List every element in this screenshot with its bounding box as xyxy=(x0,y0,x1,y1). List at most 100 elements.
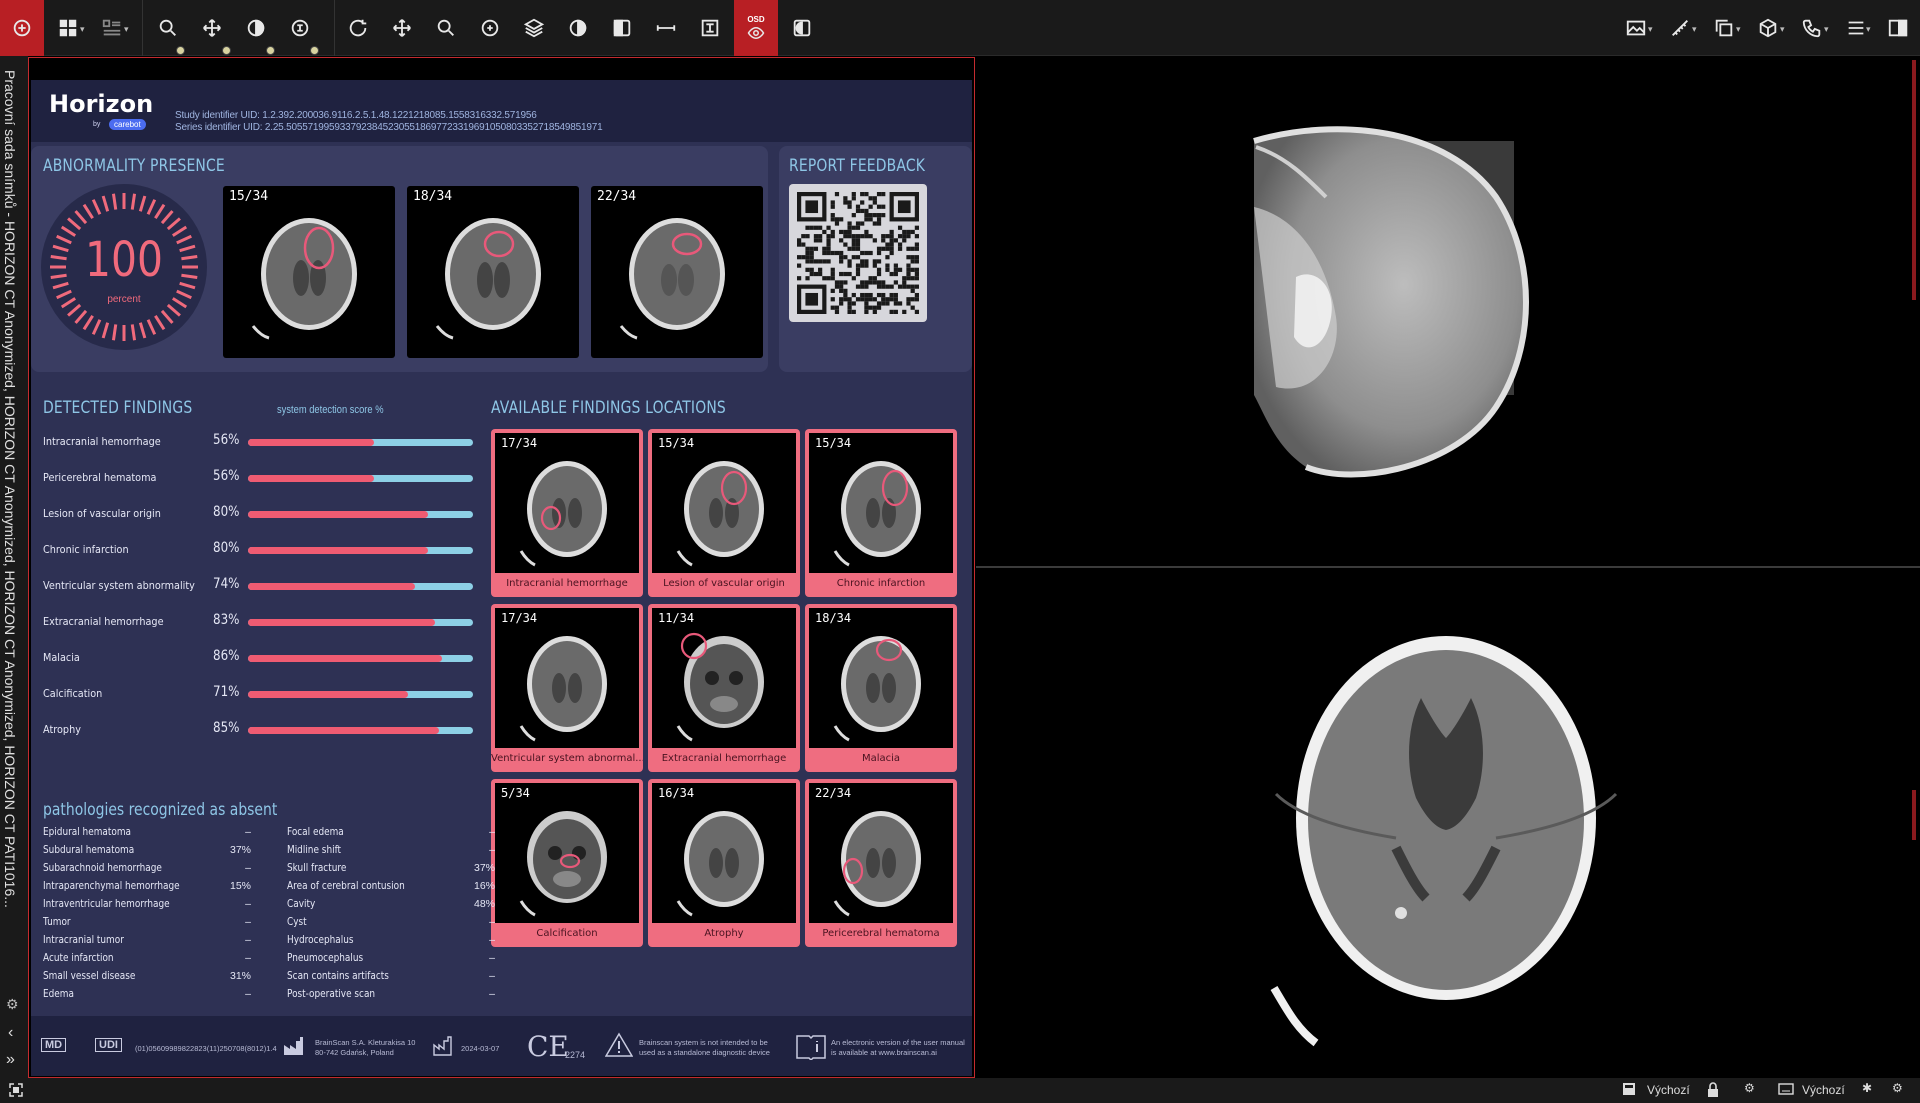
qr-module xyxy=(906,263,911,268)
lock-icon[interactable] xyxy=(1706,1082,1720,1101)
qr-module xyxy=(876,301,882,306)
bug-icon[interactable]: ✱ xyxy=(1862,1081,1872,1095)
gears-icon[interactable]: ⚙ xyxy=(1892,1081,1903,1095)
abnormality-thumb[interactable]: 22/34 xyxy=(591,186,763,358)
location-card[interactable]: 17/34 Ventricular system abnormal... xyxy=(491,604,643,772)
qr-module xyxy=(868,196,873,201)
qr-module xyxy=(914,271,919,277)
qr-module xyxy=(868,276,873,281)
absent-pathology-name: Acute infarction xyxy=(43,952,114,964)
zoom-alt-icon[interactable] xyxy=(426,8,466,48)
qr-module xyxy=(826,242,831,247)
qr-module xyxy=(864,280,869,285)
brain-scan-image xyxy=(519,461,607,567)
scroll-indicator[interactable] xyxy=(1912,60,1916,300)
mask-icon[interactable] xyxy=(602,8,642,48)
qr-module xyxy=(914,225,919,230)
settings-icon[interactable]: ⚙ xyxy=(6,996,19,1013)
qr-module xyxy=(813,246,819,251)
qr-module xyxy=(889,229,894,235)
qr-module xyxy=(885,301,890,306)
brain-scan-image xyxy=(676,461,764,567)
osd-eye-icon[interactable]: OSD xyxy=(734,0,778,56)
add-icon[interactable] xyxy=(0,0,44,56)
location-card[interactable]: 5/34 Calcification xyxy=(491,779,643,947)
contrast-icon[interactable] xyxy=(236,8,276,48)
location-card[interactable]: 11/34 Extracranial hemorrhage xyxy=(648,604,800,772)
pan-icon[interactable] xyxy=(192,8,232,48)
rotate-icon[interactable] xyxy=(338,8,378,48)
double-chevron-icon[interactable]: » xyxy=(6,1051,15,1069)
qr-module xyxy=(893,297,898,302)
findings-title: DETECTED FINDINGS xyxy=(43,398,193,418)
qr-module xyxy=(893,267,898,272)
brain-scan-image xyxy=(619,218,725,340)
series-uid: Series identifier UID: 2.25.505571995933… xyxy=(175,122,603,133)
qr-code[interactable] xyxy=(789,184,927,322)
layers-icon[interactable] xyxy=(514,8,554,48)
finding-row: Calcification 71% xyxy=(43,684,473,704)
location-card[interactable]: 22/34 Pericerebral hematoma xyxy=(805,779,957,947)
qr-module xyxy=(893,309,898,314)
layout-label[interactable]: Výchozí xyxy=(1647,1083,1690,1097)
location-card[interactable]: 18/34 Malacia xyxy=(805,604,957,772)
chevron-left-icon[interactable]: ‹ xyxy=(8,1024,13,1042)
gauge-value: 100 xyxy=(85,232,163,288)
qr-module xyxy=(860,280,865,285)
qr-module xyxy=(855,271,861,277)
qr-module xyxy=(876,292,882,298)
qr-module xyxy=(851,213,856,218)
abnormality-gauge: 100 percent xyxy=(41,184,207,350)
report-viewport[interactable]: Horizon by carebot Study identifier UID:… xyxy=(28,57,975,1078)
location-card[interactable]: 15/34 Chronic infarction xyxy=(805,429,957,597)
location-card[interactable]: 15/34 Lesion of vascular origin xyxy=(648,429,800,597)
locations-title: AVAILABLE FINDINGS LOCATIONS xyxy=(491,398,726,418)
qr-module xyxy=(813,271,819,277)
status-dot xyxy=(222,46,231,55)
brain-scan-image xyxy=(676,632,764,742)
move-icon[interactable] xyxy=(382,8,422,48)
qr-module xyxy=(805,225,810,230)
qr-module xyxy=(851,242,856,247)
xray-viewport[interactable] xyxy=(976,57,1920,565)
bone-window-icon[interactable] xyxy=(280,8,320,48)
ruler-icon[interactable] xyxy=(690,8,730,48)
qr-module xyxy=(864,234,869,239)
location-card[interactable]: 17/34 Intracranial hemorrhage xyxy=(491,429,643,597)
qr-module xyxy=(897,267,903,272)
window-level-icon[interactable] xyxy=(470,8,510,48)
qr-module xyxy=(855,221,861,226)
qr-module xyxy=(910,288,915,293)
abnormality-thumb[interactable]: 18/34 xyxy=(407,186,579,358)
qr-module xyxy=(805,246,810,251)
invert-icon[interactable] xyxy=(558,8,598,48)
abnormality-thumb[interactable]: 15/34 xyxy=(223,186,395,358)
location-card[interactable]: 16/34 Atrophy xyxy=(648,779,800,947)
qr-module xyxy=(813,225,819,230)
preset-label[interactable]: Výchozí xyxy=(1802,1083,1845,1097)
study-uid: Study identifier UID: 1.2.392.200036.911… xyxy=(175,110,537,121)
scroll-indicator[interactable] xyxy=(1912,790,1916,840)
fullscreen-icon[interactable] xyxy=(8,1082,24,1101)
overlay-icon[interactable] xyxy=(782,8,822,48)
qr-module xyxy=(830,267,835,272)
qr-module xyxy=(834,221,840,226)
absent-pathology-value: – xyxy=(245,934,251,946)
location-label: Malacia xyxy=(861,753,901,764)
ct-viewport[interactable] xyxy=(976,568,1920,1078)
settings-gear-icon[interactable]: ⚙ xyxy=(1744,1081,1755,1095)
qr-module xyxy=(801,255,806,260)
panel-icon[interactable] xyxy=(1878,8,1918,48)
measure-line-icon[interactable] xyxy=(646,8,686,48)
qr-module xyxy=(855,238,861,243)
qr-module xyxy=(855,267,861,272)
location-image: 22/34 xyxy=(809,783,953,923)
qr-module xyxy=(872,280,877,285)
qr-module xyxy=(818,238,823,243)
qr-module xyxy=(910,259,915,264)
qr-module xyxy=(910,305,915,310)
gauge-tick xyxy=(67,217,82,231)
qr-module xyxy=(914,267,919,272)
zoom-icon[interactable] xyxy=(148,8,188,48)
qr-module xyxy=(839,217,844,222)
